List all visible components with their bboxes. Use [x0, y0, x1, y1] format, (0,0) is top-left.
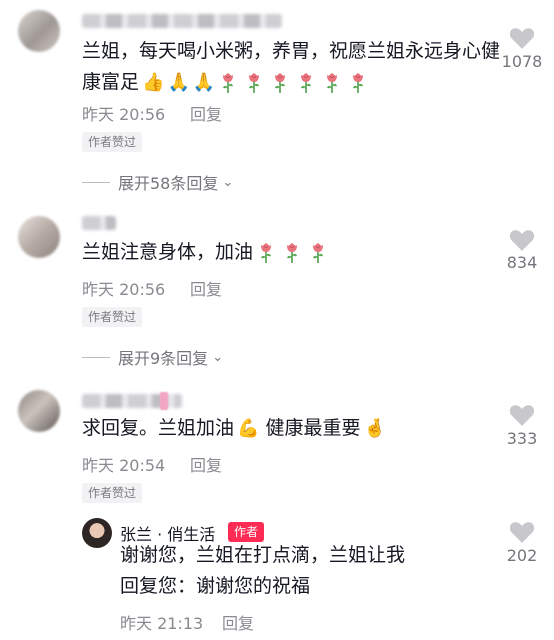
rose-icon — [223, 72, 234, 93]
username-blurred[interactable] — [82, 14, 282, 28]
rose-icon — [301, 72, 312, 93]
reply-button[interactable]: 回复 — [190, 452, 222, 476]
flexed-biceps-emoji: 💪 — [237, 417, 260, 439]
avatar[interactable] — [18, 390, 60, 432]
like-count: 834 — [506, 253, 538, 272]
author-liked-badge: 作者赞过 — [82, 483, 143, 503]
crossed-fingers-emoji: 🤞 — [363, 417, 386, 439]
avatar[interactable] — [18, 10, 60, 52]
author-liked-badge: 作者赞过 — [82, 307, 143, 327]
rose-icon — [313, 242, 324, 263]
author-badge: 作者 — [228, 522, 265, 542]
reply-time: 昨天 21:13 — [120, 614, 204, 633]
rose-group — [215, 71, 371, 93]
divider — [82, 356, 110, 358]
rose-icon — [275, 72, 286, 93]
heart-icon[interactable] — [509, 403, 535, 427]
comment-text: 兰姐，每天喝小米粥，养胃，祝愿兰姐永远身心健康富足 👍 🙏 🙏 — [82, 40, 501, 93]
rose-icon — [327, 72, 338, 93]
heart-icon[interactable] — [509, 520, 535, 544]
chevron-down-icon: ⌄ — [222, 174, 234, 190]
heart-icon[interactable] — [509, 228, 535, 252]
rose-group — [253, 241, 331, 263]
reply-button[interactable]: 回复 — [222, 610, 254, 634]
expand-replies-button[interactable]: 展开58条回复 ⌄ — [82, 170, 233, 194]
rose-icon — [353, 72, 364, 93]
reply-button[interactable]: 回复 — [190, 101, 222, 125]
like-count: 1078 — [501, 52, 543, 71]
author-avatar[interactable] — [82, 518, 112, 548]
comment-text: 求回复。兰姐加油 💪 健康最重要 🤞 — [82, 417, 386, 439]
username-mark — [160, 392, 168, 410]
expand-label: 展开9条回复 — [118, 349, 209, 368]
chevron-down-icon: ⌄ — [212, 349, 224, 365]
like-count: 202 — [506, 546, 538, 565]
like-count: 333 — [506, 429, 538, 448]
heart-icon[interactable] — [509, 26, 535, 50]
rose-icon — [249, 72, 260, 93]
reply-button[interactable]: 回复 — [190, 276, 222, 300]
avatar[interactable] — [18, 216, 60, 258]
pray-emoji: 🙏 — [167, 71, 190, 93]
comment-time: 昨天 20:54 — [82, 456, 166, 475]
comment-time: 昨天 20:56 — [82, 280, 166, 299]
rose-icon — [287, 242, 298, 263]
rose-icon — [261, 242, 272, 263]
comment-time: 昨天 20:56 — [82, 105, 166, 124]
author-liked-badge: 作者赞过 — [82, 132, 143, 152]
username-blurred[interactable] — [82, 216, 116, 230]
expand-replies-button[interactable]: 展开9条回复 ⌄ — [82, 345, 223, 369]
pray-emoji: 🙏 — [192, 71, 216, 93]
reply-text: 谢谢您，兰姐在打点滴，兰姐让我回复您：谢谢您的祝福 — [120, 544, 406, 597]
thumbs-up-emoji: 👍 — [142, 71, 165, 93]
expand-label: 展开58条回复 — [118, 174, 219, 193]
comment-text: 兰姐注意身体，加油 — [82, 237, 502, 268]
divider — [82, 181, 110, 183]
